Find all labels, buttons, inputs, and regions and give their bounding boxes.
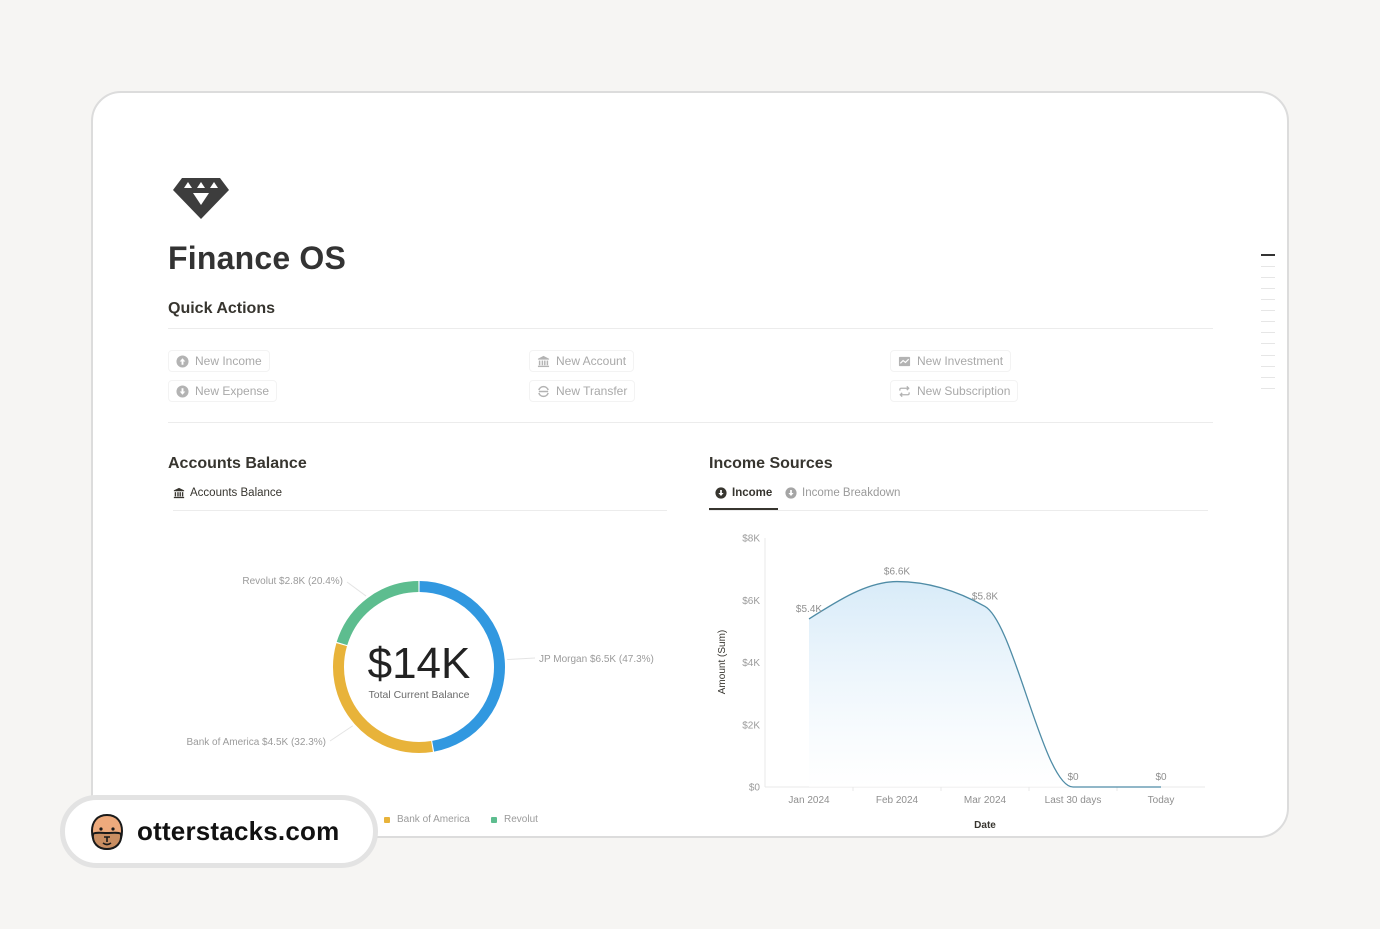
x-tick-label: Last 30 days <box>1045 795 1102 806</box>
accounts-balance-heading: Accounts Balance <box>168 455 307 472</box>
new-investment-label: New Investment <box>917 354 1004 368</box>
new-account-button[interactable]: New Account <box>529 350 635 372</box>
legend-swatch <box>491 816 497 823</box>
page-title: Finance OS <box>168 240 347 276</box>
income-tab-divider <box>709 510 1208 511</box>
tab-accounts-balance-label: Accounts Balance <box>190 487 283 499</box>
tab-accounts-balance[interactable]: Accounts Balance <box>173 487 282 499</box>
new-transfer-label: New Transfer <box>556 384 628 398</box>
slice-leader-line <box>329 725 354 742</box>
y-tick-label: $8K <box>742 534 760 545</box>
transfer-icon <box>538 385 549 397</box>
active-tab-indicator <box>709 508 778 510</box>
income-data-label: $0 <box>1155 772 1167 783</box>
slice-leader-line <box>346 581 367 597</box>
bank-icon <box>537 355 550 367</box>
income-data-point[interactable] <box>1159 785 1163 789</box>
x-tick-label: Jan 2024 <box>788 795 830 806</box>
y-axis-title: Amount (Sum) <box>717 630 728 694</box>
arrow-down-circle-icon <box>715 487 727 499</box>
tab-income-breakdown[interactable]: Income Breakdown <box>785 487 900 499</box>
new-account-label: New Account <box>556 354 627 368</box>
slice-label-bank-of-america: Bank of America $4.5K (32.3%) <box>186 737 326 748</box>
outline-item[interactable] <box>1261 254 1275 256</box>
new-transfer-button[interactable]: New Transfer <box>529 380 636 402</box>
slice-label-revolut: Revolut $2.8K (20.4%) <box>242 576 343 587</box>
repeat-icon <box>899 385 910 397</box>
outline-item[interactable] <box>1261 321 1275 322</box>
diamond-icon <box>173 178 229 219</box>
x-tick-label: Feb 2024 <box>876 795 919 806</box>
outline-item[interactable] <box>1261 355 1275 356</box>
watermark-text: otterstacks.com <box>137 816 340 846</box>
income-sources-heading: Income Sources <box>709 455 833 472</box>
outline-item[interactable] <box>1261 366 1275 367</box>
quick-actions-heading: Quick Actions <box>168 300 275 317</box>
income-area-chart: $0 $2K $4K $6K $8K Jan 2024 Feb 2024 Mar 2024 La… <box>717 534 1205 831</box>
income-data-label: $5.8K <box>972 591 998 602</box>
y-tick-label: $2K <box>742 720 760 731</box>
donut-center-label: Total Current Balance <box>369 689 470 701</box>
slice-label-jp-morgan: JP Morgan $6.5K (47.3%) <box>539 654 654 665</box>
legend-label: Revolut <box>504 814 538 825</box>
arrow-down-circle-icon <box>785 487 797 499</box>
donut-slice-revolut[interactable] <box>336 581 419 646</box>
income-data-point[interactable] <box>807 617 811 621</box>
x-tick-label: Mar 2024 <box>964 795 1007 806</box>
donut-center-value: $14K <box>368 639 471 688</box>
income-data-point[interactable] <box>895 580 899 584</box>
accounts-donut-chart: JP Morgan $6.5K (47.3%) Bank of America … <box>186 576 654 753</box>
new-income-label: New Income <box>195 354 262 368</box>
outline-item[interactable] <box>1261 377 1275 378</box>
legend-item-revolut[interactable]: Revolut <box>491 814 538 825</box>
x-axis-title: Date <box>974 820 996 831</box>
arrow-down-circle-icon <box>176 384 189 398</box>
outline-item[interactable] <box>1261 266 1275 267</box>
slice-leader-line <box>507 657 536 661</box>
accounts-tab-divider <box>173 510 667 511</box>
new-investment-button[interactable]: New Investment <box>890 350 1012 372</box>
new-expense-label: New Expense <box>195 384 270 398</box>
outline-item[interactable] <box>1261 288 1275 289</box>
new-subscription-button[interactable]: New Subscription <box>890 380 1019 402</box>
y-tick-label: $0 <box>749 783 761 794</box>
income-data-point[interactable] <box>983 604 987 608</box>
income-data-label: $0 <box>1067 772 1079 783</box>
income-data-point[interactable] <box>1071 785 1075 789</box>
tab-income[interactable]: Income <box>715 487 772 499</box>
outline-item[interactable] <box>1261 388 1275 389</box>
arrow-up-circle-icon <box>176 354 189 368</box>
income-area-fill <box>809 581 1161 787</box>
legend-label: Bank of America <box>397 814 470 825</box>
otter-face-icon <box>90 813 124 850</box>
income-data-label: $5.4K <box>796 604 822 615</box>
y-tick-label: $6K <box>742 596 760 607</box>
quick-actions-divider <box>168 328 1213 329</box>
outline-item[interactable] <box>1261 343 1275 344</box>
outline-item[interactable] <box>1261 299 1275 300</box>
outline-item[interactable] <box>1261 310 1275 311</box>
outline-item[interactable] <box>1261 332 1275 333</box>
tab-income-label: Income <box>732 487 773 499</box>
legend-item-bank-of-america[interactable]: Bank of America <box>384 814 470 825</box>
chart-icon <box>898 356 911 366</box>
new-subscription-label: New Subscription <box>917 384 1011 398</box>
tab-income-breakdown-label: Income Breakdown <box>802 487 901 499</box>
watermark-badge: otterstacks.com <box>60 795 378 868</box>
outline-item[interactable] <box>1261 277 1275 278</box>
y-tick-label: $4K <box>742 658 760 669</box>
new-income-button[interactable]: New Income <box>168 350 270 372</box>
income-data-label: $6.6K <box>884 567 910 578</box>
x-tick-label: Today <box>1148 795 1175 806</box>
new-expense-button[interactable]: New Expense <box>168 380 278 402</box>
section-divider <box>168 422 1213 423</box>
bank-icon <box>173 487 185 499</box>
legend-swatch <box>384 816 390 823</box>
